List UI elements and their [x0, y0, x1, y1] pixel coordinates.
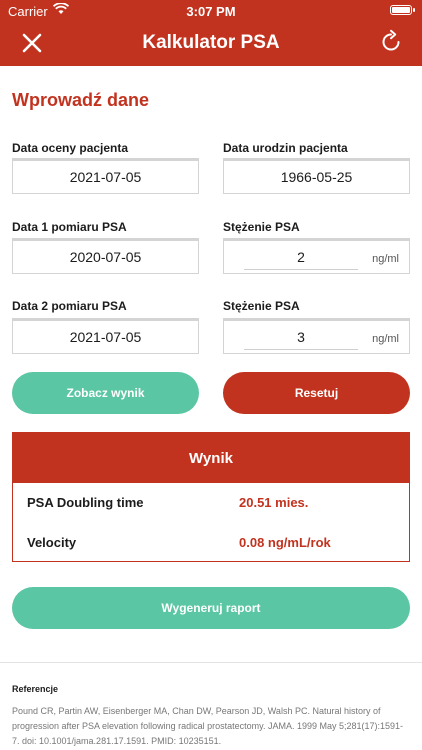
- doubling-time-row: PSA Doubling time 20.51 mies.: [27, 495, 395, 515]
- psa2-date-value: 2021-07-05: [69, 329, 142, 345]
- psa2-date-label: Data 2 pomiaru PSA: [12, 299, 127, 313]
- psa1-date-value: 2020-07-05: [69, 249, 142, 265]
- psa1-conc-label: Stężenie PSA: [223, 220, 300, 234]
- psa1-conc-input[interactable]: 2: [244, 249, 358, 270]
- result-panel: Wynik PSA Doubling time 20.51 mies. Velo…: [12, 432, 410, 562]
- psa1-date-label: Data 1 pomiaru PSA: [12, 220, 127, 234]
- psa1-conc-field: 2 ng/ml: [223, 238, 410, 274]
- divider: [0, 662, 422, 663]
- velocity-row: Velocity 0.08 ng/mL/rok: [27, 535, 395, 555]
- doubling-time-value: 20.51 mies.: [239, 495, 309, 510]
- show-result-button[interactable]: Zobacz wynik: [12, 372, 199, 414]
- status-time: 3:07 PM: [186, 4, 236, 19]
- psa2-date-field[interactable]: 2021-07-05: [12, 318, 199, 354]
- app-screen: Carrier 3:07 PM Kalkulator PSA Wprowadź …: [0, 0, 422, 750]
- psa1-unit: ng/ml: [372, 253, 399, 265]
- page-title: Kalkulator PSA: [142, 32, 280, 53]
- psa1-date-field[interactable]: 2020-07-05: [12, 238, 199, 274]
- assessment-date-field[interactable]: 2021-07-05: [12, 158, 199, 194]
- doubling-time-label: PSA Doubling time: [27, 495, 144, 510]
- status-bar: Carrier 3:07 PM: [0, 0, 422, 22]
- refresh-icon[interactable]: [378, 29, 404, 55]
- birth-date-label: Data urodzin pacjenta: [223, 141, 348, 155]
- psa2-conc-input[interactable]: 3: [244, 329, 358, 350]
- psa2-unit: ng/ml: [372, 333, 399, 345]
- result-header: Wynik: [13, 433, 409, 483]
- birth-date-value: 1966-05-25: [280, 169, 353, 185]
- velocity-value: 0.08 ng/mL/rok: [239, 535, 331, 550]
- reset-button[interactable]: Resetuj: [223, 372, 410, 414]
- references-text: Pound CR, Partin AW, Eisenberger MA, Cha…: [12, 706, 404, 746]
- velocity-label: Velocity: [27, 535, 77, 550]
- generate-report-button[interactable]: Wygeneruj raport: [12, 587, 410, 629]
- section-title: Wprowadź dane: [12, 90, 150, 110]
- birth-date-field[interactable]: 1966-05-25: [223, 158, 410, 194]
- psa2-conc-field: 3 ng/ml: [223, 318, 410, 354]
- psa2-conc-label: Stężenie PSA: [223, 299, 300, 313]
- top-bar: Carrier 3:07 PM Kalkulator PSA: [0, 0, 422, 66]
- references-title: Referencje: [12, 684, 59, 694]
- battery-icon: [390, 5, 415, 15]
- assessment-date-value: 2021-07-05: [69, 169, 142, 185]
- assessment-date-label: Data oceny pacjenta: [12, 141, 129, 155]
